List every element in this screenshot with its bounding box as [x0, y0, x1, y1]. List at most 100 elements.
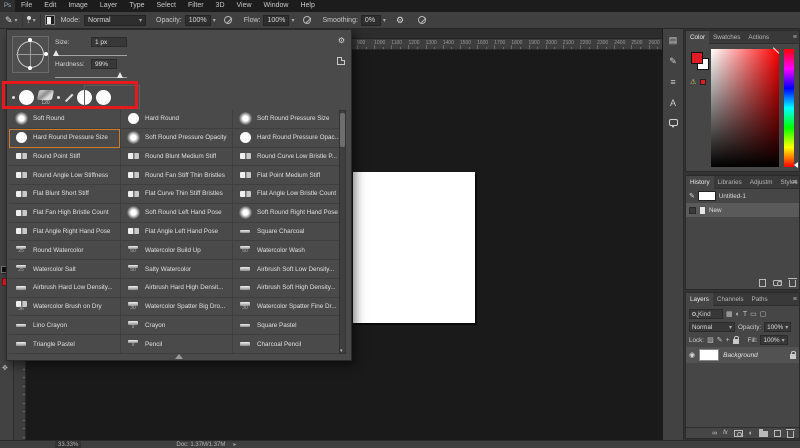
brush-picker-caret-icon[interactable]: ▾ — [33, 17, 36, 24]
scroll-down-icon[interactable]: ▾ — [340, 348, 343, 354]
layer-row-background[interactable]: ◉ Background — [686, 347, 799, 363]
brush-item[interactable]: Round Fan Stiff Thin Bristles — [121, 166, 232, 186]
flow-value[interactable]: 100% — [263, 14, 290, 26]
brush-item[interactable]: Square Charcoal — [233, 223, 344, 242]
brush-item[interactable]: Flat Angle Low Bristle Count — [233, 185, 344, 204]
brush-item[interactable]: Airbrush Hard High Densit... — [121, 279, 232, 298]
tab-swatches[interactable]: Swatches — [709, 31, 744, 44]
pressure-opacity-icon[interactable] — [223, 16, 232, 24]
menu-layer[interactable]: Layer — [94, 0, 124, 12]
menu-view[interactable]: View — [231, 0, 258, 12]
panel-gear-icon[interactable]: ⚙ — [338, 36, 345, 45]
link-layers-icon[interactable]: ∞ — [712, 430, 717, 437]
brush-item[interactable]: Charcoal Pencil — [233, 335, 344, 354]
new-document-from-state-icon[interactable] — [759, 278, 766, 287]
brush-item[interactable]: Flat Angle Left Hand Pose — [121, 223, 232, 242]
brush-item[interactable]: 50 Watercolor Wash — [233, 241, 344, 261]
history-state-row[interactable]: New — [686, 203, 799, 217]
brush-angle-roundness-control[interactable] — [12, 36, 49, 73]
new-brush-icon[interactable] — [337, 57, 345, 65]
brush-item[interactable]: Hard Round — [121, 110, 232, 129]
tab-color[interactable]: Color — [686, 30, 710, 44]
brush-item[interactable]: Round Point Stiff — [9, 148, 120, 167]
brush-item[interactable]: 30 Watercolor Spatter Big Dro... — [121, 298, 232, 317]
properties-panel-icon[interactable]: ▤ — [669, 35, 678, 45]
brush-list-scrollbar[interactable]: ▾ — [339, 110, 346, 354]
brush-item[interactable]: Flat Fan High Bristle Count — [9, 204, 120, 223]
opacity-caret-icon[interactable]: ▾ — [213, 17, 216, 24]
gamut-warning-icon[interactable]: ⚠ — [690, 78, 696, 86]
menu-3d[interactable]: 3D — [210, 0, 231, 12]
add-layer-mask-icon[interactable] — [733, 429, 743, 437]
size-slider[interactable] — [55, 55, 127, 56]
brush-item[interactable]: 50 Salty Watercolor — [121, 260, 232, 279]
brush-item[interactable]: 50 Watercolor Build Up — [121, 241, 232, 261]
airbrush-toggle-icon[interactable] — [302, 16, 311, 24]
brush-item[interactable]: Soft Round Left Hand Pose — [121, 204, 232, 223]
brush-item[interactable]: Soft Round — [9, 110, 120, 129]
glyphs-panel-icon[interactable]: A — [670, 98, 676, 108]
menu-edit[interactable]: Edit — [38, 0, 62, 12]
brush-item[interactable]: Airbrush Hard Low Density... — [9, 279, 120, 298]
menu-select[interactable]: Select — [151, 0, 182, 12]
brush-settings-icon[interactable]: ✎ — [669, 56, 677, 66]
layer-filter-kind-select[interactable]: Kind — [689, 309, 723, 319]
blend-mode-select[interactable]: Normal ▾ — [689, 322, 735, 332]
hardness-input[interactable]: 99% — [91, 59, 117, 69]
tab-channels[interactable]: Channels — [713, 293, 748, 306]
brush-item[interactable]: Flat Angle Right Hand Pose — [9, 223, 120, 242]
filter-smart-object-icon[interactable]: ▢ — [760, 310, 767, 318]
brush-item[interactable]: 25 Watercolor Salt — [9, 260, 120, 279]
mode-select[interactable]: Normal ▾ — [84, 14, 147, 26]
panel-menu-icon[interactable]: ≡ — [793, 176, 797, 189]
brush-item[interactable]: Flat Curve Thin Stiff Bristles — [121, 185, 232, 204]
document-canvas[interactable] — [353, 172, 475, 323]
size-input[interactable]: 1 px — [91, 37, 127, 47]
panel-menu-icon[interactable]: ≡ — [793, 31, 797, 44]
brush-item[interactable]: Square Pastel — [233, 316, 344, 336]
lock-pixels-icon[interactable]: ✎ — [717, 336, 723, 344]
hardness-slider-thumb[interactable] — [117, 72, 123, 78]
menu-window[interactable]: Window — [258, 0, 295, 12]
brush-item[interactable]: Round Blunt Medium Stiff — [121, 148, 232, 167]
new-layer-icon[interactable] — [774, 429, 781, 437]
menu-filter[interactable]: Filter — [182, 0, 210, 12]
new-adjustment-layer-icon[interactable]: ◐ — [749, 430, 753, 437]
layer-fill-value[interactable]: 100% ▾ — [760, 335, 788, 345]
brush-item[interactable]: Hard Round Pressure Opac... — [233, 129, 344, 148]
panel-menu-icon[interactable]: ≡ — [793, 293, 797, 306]
tab-libraries[interactable]: Libraries — [714, 176, 746, 189]
layer-opacity-value[interactable]: 100% ▾ — [764, 322, 792, 332]
history-state-row[interactable]: ✎ Untitled-1 — [686, 189, 799, 203]
brush-item[interactable]: 9 Crayon — [121, 316, 232, 336]
adjustments-sliders-icon[interactable]: ≡ — [670, 77, 675, 87]
new-group-folder-icon[interactable] — [759, 429, 768, 437]
delete-layer-trash-icon[interactable] — [786, 428, 795, 438]
menu-help[interactable]: Help — [294, 0, 320, 12]
opacity-value[interactable]: 100% — [184, 14, 211, 26]
brush-item[interactable]: 25 Round Watercolor — [9, 241, 120, 261]
layer-style-fx-icon[interactable]: fx — [723, 430, 728, 436]
brush-preset-picker[interactable]: 1 — [26, 16, 31, 25]
brush-item[interactable]: Flat Point Medium Stiff — [233, 166, 344, 186]
brush-item[interactable]: 9 Pencil — [121, 335, 232, 354]
lock-all-icon[interactable] — [732, 336, 739, 344]
history-source-checkbox[interactable] — [689, 206, 696, 214]
tab-history[interactable]: History — [686, 175, 714, 189]
filter-group-layers-icon[interactable]: ▭ — [750, 310, 757, 318]
brush-settings-panel-toggle[interactable] — [44, 15, 55, 25]
brush-item[interactable]: Soft Round Pressure Opacity — [121, 129, 232, 148]
layer-visibility-eye-icon[interactable]: ◉ — [689, 351, 695, 359]
menu-file[interactable]: File — [15, 0, 38, 12]
brush-item[interactable]: 30 Watercolor Spatter Fine Dr... — [233, 298, 344, 317]
brush-item[interactable]: Airbrush Soft High Density... — [233, 279, 344, 298]
brush-item[interactable]: 36 Watercolor Brush on Dry — [9, 298, 120, 317]
smoothing-options-gear-icon[interactable]: ⚙ — [396, 15, 404, 26]
brush-item[interactable]: Triangle Pastel — [9, 335, 120, 354]
brush-item[interactable]: Flat Blunt Short Stiff — [9, 185, 120, 204]
hue-slider-marker[interactable] — [794, 162, 798, 168]
brush-item[interactable]: Soft Round Right Hand Pose — [233, 204, 344, 223]
brush-item[interactable]: Lino Crayon — [9, 316, 120, 336]
smoothing-caret-icon[interactable]: ▾ — [383, 17, 386, 24]
tab-actions[interactable]: Actions — [744, 31, 773, 44]
